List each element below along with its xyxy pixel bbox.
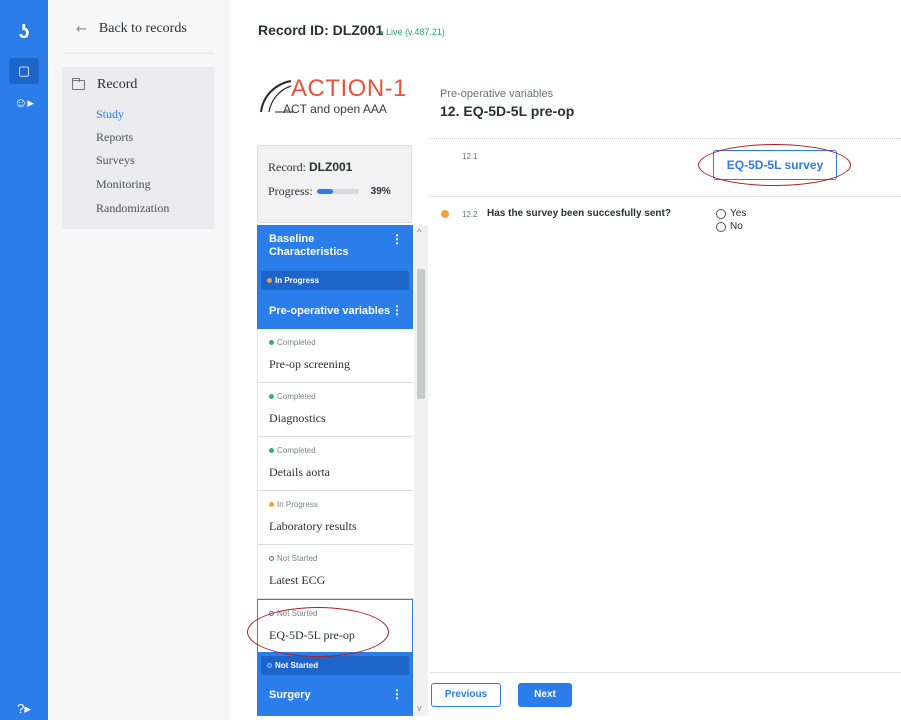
step-group-baseline[interactable]: Baseline Characteristics ⋮	[257, 225, 413, 267]
radio-label: No	[730, 221, 743, 232]
step-status: In Progress	[269, 500, 318, 509]
study-logo-title: ACTION-1	[291, 75, 408, 102]
footer-divider	[430, 672, 901, 673]
step-group-surgery[interactable]: Not Started Surgery ⋮	[257, 653, 413, 716]
page-title: 12. EQ-5D-5L pre-op	[440, 103, 575, 119]
progress-label: Progress:	[268, 184, 313, 198]
progress-bar	[316, 189, 359, 194]
step-item[interactable]: Completed Details aorta	[257, 437, 413, 491]
status-dot	[269, 502, 274, 508]
record-id-title: Record ID: DLZ001	[258, 22, 384, 38]
status-dot	[269, 556, 274, 562]
question-number: 12.1	[462, 152, 478, 161]
annotation-circle	[698, 144, 851, 186]
nav-item-surveys[interactable]: Surveys	[96, 153, 135, 168]
step-status-text: Not Started	[277, 554, 318, 563]
status-dot	[269, 394, 274, 400]
user-icon[interactable]: ☺▸	[9, 90, 39, 116]
step-name: Laboratory results	[269, 519, 357, 533]
step-name: Pre-op screening	[269, 357, 350, 371]
radio-yes[interactable]: Yes	[716, 208, 746, 219]
record-value: DLZ001	[309, 160, 353, 174]
back-to-records-link[interactable]: ← Back to records	[76, 21, 187, 37]
kebab-menu-icon[interactable]: ⋮	[391, 303, 403, 317]
step-list-scrollbar[interactable]: ^ v	[414, 225, 428, 716]
status-pill: Not Started	[261, 656, 409, 675]
step-name: Details aorta	[269, 465, 330, 479]
folder-icon	[72, 78, 85, 90]
step-group-title: Pre-operative variables	[269, 305, 391, 317]
progress-bar-fill	[316, 189, 334, 194]
record-label: Record:	[268, 160, 309, 174]
status-pill-text: In Progress	[275, 276, 320, 285]
status-pill: In Progress	[261, 271, 409, 290]
question-number: 12.2	[462, 210, 478, 219]
status-pill-text: Not Started	[275, 661, 319, 670]
step-group-title-line1: Baseline	[269, 233, 315, 245]
divider	[64, 53, 214, 54]
question-text: Has the survey been succesfully sent?	[487, 208, 671, 219]
record-nav-label: Record	[97, 77, 138, 92]
status-dot	[269, 340, 274, 346]
nav-item-reports[interactable]: Reports	[96, 130, 133, 145]
live-version-badge: Live (v.487.21)	[380, 27, 445, 37]
step-status: Not Started	[269, 554, 317, 563]
nav-item-monitoring[interactable]: Monitoring	[96, 177, 151, 192]
divider	[430, 196, 901, 197]
scrollbar-thumb[interactable]	[417, 269, 425, 399]
nav-item-study[interactable]: Study	[96, 107, 124, 122]
step-group-preop[interactable]: In Progress Pre-operative variables ⋮	[257, 267, 413, 329]
app-rail: ʖ ▢ ☺▸ ?▸	[0, 0, 48, 720]
live-version-text: Live (v.487.21)	[386, 27, 445, 37]
scroll-down-icon[interactable]: v	[417, 703, 422, 713]
records-icon[interactable]: ▢	[9, 58, 39, 84]
step-status: Completed	[269, 446, 316, 455]
step-name: Latest ECG	[269, 573, 326, 587]
annotation-circle	[247, 607, 389, 657]
step-status-text: In Progress	[277, 500, 318, 509]
arrow-left-icon: ←	[76, 21, 87, 37]
divider	[430, 138, 901, 139]
radio-circle-icon[interactable]	[716, 221, 726, 232]
status-dot	[269, 448, 274, 454]
progress-line: Progress: 39%	[268, 184, 391, 199]
study-logo: ACTION-1 ACT and open AAA	[255, 72, 423, 128]
nav-item-randomization[interactable]: Randomization	[96, 201, 169, 216]
radio-no[interactable]: No	[716, 221, 743, 232]
radio-label: Yes	[730, 208, 747, 219]
step-item[interactable]: Completed Pre-op screening	[257, 329, 413, 383]
step-item[interactable]: Not Started Latest ECG	[257, 545, 413, 599]
record-subnav: ← Back to records Record Study Reports S…	[48, 0, 230, 720]
question-status-dot	[441, 210, 449, 218]
record-line: Record: DLZ001	[268, 160, 352, 175]
step-group-title: Surgery	[269, 689, 311, 701]
back-label: Back to records	[98, 21, 187, 36]
next-button[interactable]: Next	[518, 683, 572, 707]
kebab-menu-icon[interactable]: ⋮	[391, 687, 403, 701]
previous-button[interactable]: Previous	[431, 683, 501, 707]
step-group-title: Baseline Characteristics	[269, 233, 349, 259]
step-status-text: Completed	[277, 338, 316, 347]
status-dot	[267, 663, 272, 669]
step-item[interactable]: In Progress Laboratory results	[257, 491, 413, 545]
step-name: Diagnostics	[269, 411, 326, 425]
status-dot	[267, 278, 272, 284]
step-group-title-line2: Characteristics	[269, 246, 349, 258]
step-status-text: Completed	[277, 392, 316, 401]
step-status: Completed	[269, 392, 316, 401]
study-logo-subtitle: ACT and open AAA	[283, 102, 387, 116]
scroll-up-icon[interactable]: ^	[417, 227, 421, 237]
record-nav-header[interactable]: Record	[72, 77, 137, 93]
step-status-text: Completed	[277, 446, 316, 455]
kebab-menu-icon[interactable]: ⋮	[391, 232, 403, 246]
radio-circle-icon[interactable]	[716, 208, 726, 219]
record-nav-panel: Record Study Reports Surveys Monitoring …	[62, 67, 215, 229]
record-summary-card: Record: DLZ001 Progress: 39%	[257, 145, 412, 223]
app-logo-icon[interactable]: ʖ	[12, 20, 36, 44]
help-icon[interactable]: ?▸	[9, 696, 39, 720]
step-status: Completed	[269, 338, 316, 347]
section-heading: Pre-operative variables	[440, 88, 554, 100]
step-item[interactable]: Completed Diagnostics	[257, 383, 413, 437]
progress-percent: 39%	[370, 186, 391, 197]
